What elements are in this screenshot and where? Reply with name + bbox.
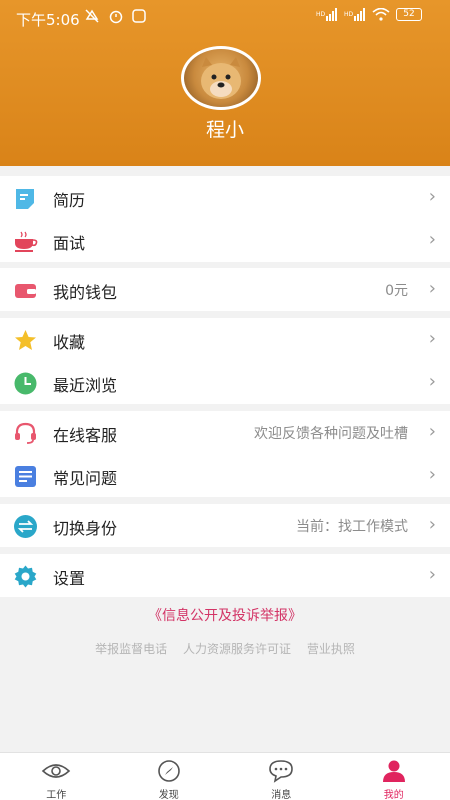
menu-label-faq: 常见问题	[53, 469, 118, 488]
menu-label-resume: 简历	[53, 191, 86, 210]
compass-icon	[157, 760, 180, 782]
service-hint: 欢迎反馈各种问题及吐槽	[254, 426, 408, 442]
menu-group-history: 收藏 › 最近浏览 ›	[0, 318, 450, 404]
user-name: 程小	[205, 119, 244, 141]
business-license-link[interactable]: 营业执照	[307, 642, 355, 656]
footer-info: 举报监督电话 人力资源服务许可证 营业执照	[0, 640, 450, 657]
chevron-right-icon: ›	[428, 421, 436, 442]
app-notification-icon	[132, 9, 146, 23]
star-icon	[15, 330, 36, 350]
battery-icon: 52	[396, 8, 422, 21]
eye-icon	[42, 764, 71, 778]
chevron-right-icon: ›	[428, 328, 436, 349]
tab-work[interactable]: 工作	[0, 753, 113, 800]
menu-item-wallet[interactable]: 我的钱包 0元 ›	[0, 268, 450, 311]
menu-group-wallet: 我的钱包 0元 ›	[0, 268, 450, 311]
menu-group-job: 简历 › 面试 ›	[0, 176, 450, 262]
document-list-icon	[15, 466, 36, 487]
menu-label-wallet: 我的钱包	[53, 283, 118, 302]
menu-group-support: 在线客服 欢迎反馈各种问题及吐槽 › 常见问题 ›	[0, 411, 450, 497]
bottom-tab-bar: 工作 发现 消息 我的	[0, 752, 450, 800]
menu-group-identity: 切换身份 当前：找工作模式 ›	[0, 504, 450, 547]
menu-item-switch-identity[interactable]: 切换身份 当前：找工作模式 ›	[0, 504, 450, 547]
svg-text:HD: HD	[316, 11, 326, 18]
menu-item-resume[interactable]: 简历 ›	[0, 176, 450, 219]
chevron-right-icon: ›	[428, 464, 436, 485]
chevron-right-icon: ›	[428, 278, 436, 299]
tab-label-me: 我的	[383, 790, 404, 800]
menu-label-switch-identity: 切换身份	[53, 519, 118, 538]
status-bar: 下午5:06 HD HD 52	[0, 0, 450, 34]
dog-photo-icon	[201, 57, 241, 99]
hr-license-link[interactable]: 人力资源服务许可证	[183, 642, 291, 656]
menu-label-settings: 设置	[53, 569, 86, 588]
coffee-cup-icon	[15, 231, 38, 252]
menu-item-recent[interactable]: 最近浏览 ›	[0, 361, 450, 404]
wallet-icon	[15, 284, 36, 298]
avatar[interactable]	[181, 46, 261, 110]
tab-label-discover: 发现	[158, 790, 179, 800]
switch-arrows-icon	[14, 515, 37, 538]
chat-icon	[269, 760, 294, 783]
wallet-balance: 0元	[385, 283, 408, 299]
tab-me[interactable]: 我的	[338, 753, 450, 800]
headset-icon	[15, 422, 36, 444]
person-icon	[382, 760, 405, 782]
svg-text:HD: HD	[344, 11, 354, 18]
status-time: 下午5:06	[16, 11, 80, 29]
menu-label-service: 在线客服	[53, 426, 118, 445]
clock-icon	[14, 372, 37, 395]
gear-icon	[14, 565, 37, 588]
current-mode: 当前：找工作模式	[296, 519, 408, 535]
chevron-right-icon: ›	[428, 371, 436, 392]
chevron-right-icon: ›	[428, 564, 436, 585]
menu-item-favorites[interactable]: 收藏 ›	[0, 318, 450, 361]
report-phone-link[interactable]: 举报监督电话	[95, 642, 167, 656]
signal-icon-2: HD	[344, 8, 365, 21]
resume-icon	[16, 189, 34, 209]
chevron-right-icon: ›	[428, 514, 436, 535]
tab-messages[interactable]: 消息	[225, 753, 338, 800]
mute-icon	[85, 9, 99, 23]
menu-label-favorites: 收藏	[53, 333, 86, 352]
alarm-icon	[109, 10, 123, 24]
menu-group-settings: 设置 ›	[0, 554, 450, 597]
signal-icon: HD	[316, 8, 337, 21]
complaint-report-link[interactable]: 《信息公开及投诉举报》	[0, 605, 450, 625]
menu-label-recent: 最近浏览	[53, 376, 118, 395]
menu-item-service[interactable]: 在线客服 欢迎反馈各种问题及吐槽 ›	[0, 411, 450, 454]
menu-item-faq[interactable]: 常见问题 ›	[0, 454, 450, 497]
wifi-icon	[372, 8, 390, 21]
tab-discover[interactable]: 发现	[113, 753, 226, 800]
tab-label-work: 工作	[46, 790, 67, 800]
avatar-image	[184, 49, 258, 107]
menu-item-settings[interactable]: 设置 ›	[0, 554, 450, 597]
tab-label-messages: 消息	[271, 790, 292, 800]
profile-header: 下午5:06 HD HD 52 程小	[0, 0, 450, 166]
menu-item-interview[interactable]: 面试 ›	[0, 219, 450, 262]
chevron-right-icon: ›	[428, 229, 436, 250]
chevron-right-icon: ›	[428, 186, 436, 207]
menu-label-interview: 面试	[53, 234, 86, 253]
